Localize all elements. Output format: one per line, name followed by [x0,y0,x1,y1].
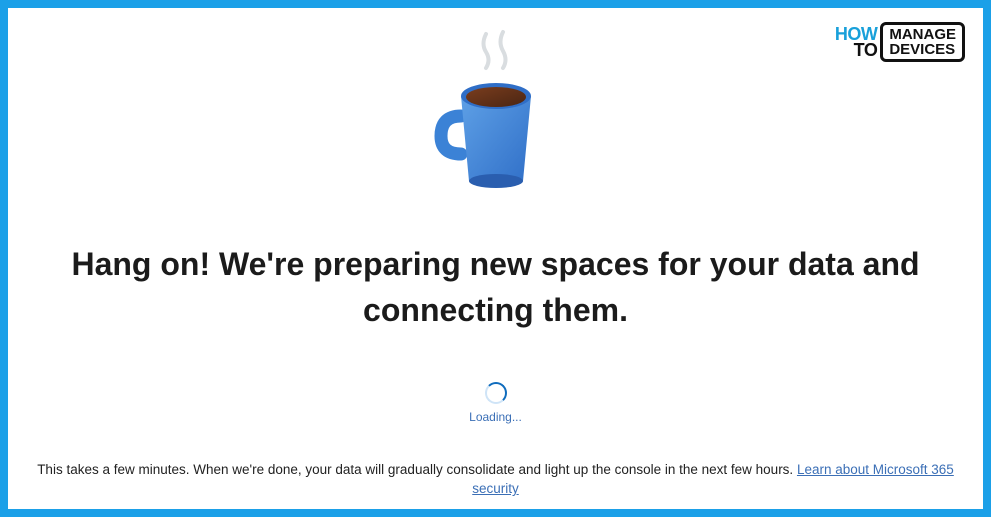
watermark-line1: MANAGE [889,27,956,42]
footer-message: This takes a few minutes. When we're don… [8,460,983,499]
coffee-mug-illustration [431,26,561,191]
page-heading: Hang on! We're preparing new spaces for … [36,241,956,334]
watermark-how-to: HOW TO [835,26,878,58]
watermark-to-text: TO [854,40,878,60]
watermark-manage-devices: MANAGE DEVICES [880,22,965,62]
watermark-logo: HOW TO MANAGE DEVICES [835,22,965,62]
watermark-line2: DEVICES [889,42,956,57]
main-content: Hang on! We're preparing new spaces for … [8,8,983,509]
footer-text: This takes a few minutes. When we're don… [37,462,797,477]
loading-text: Loading... [469,410,522,424]
loading-indicator: Loading... [469,382,522,424]
spinner-icon [485,382,507,404]
